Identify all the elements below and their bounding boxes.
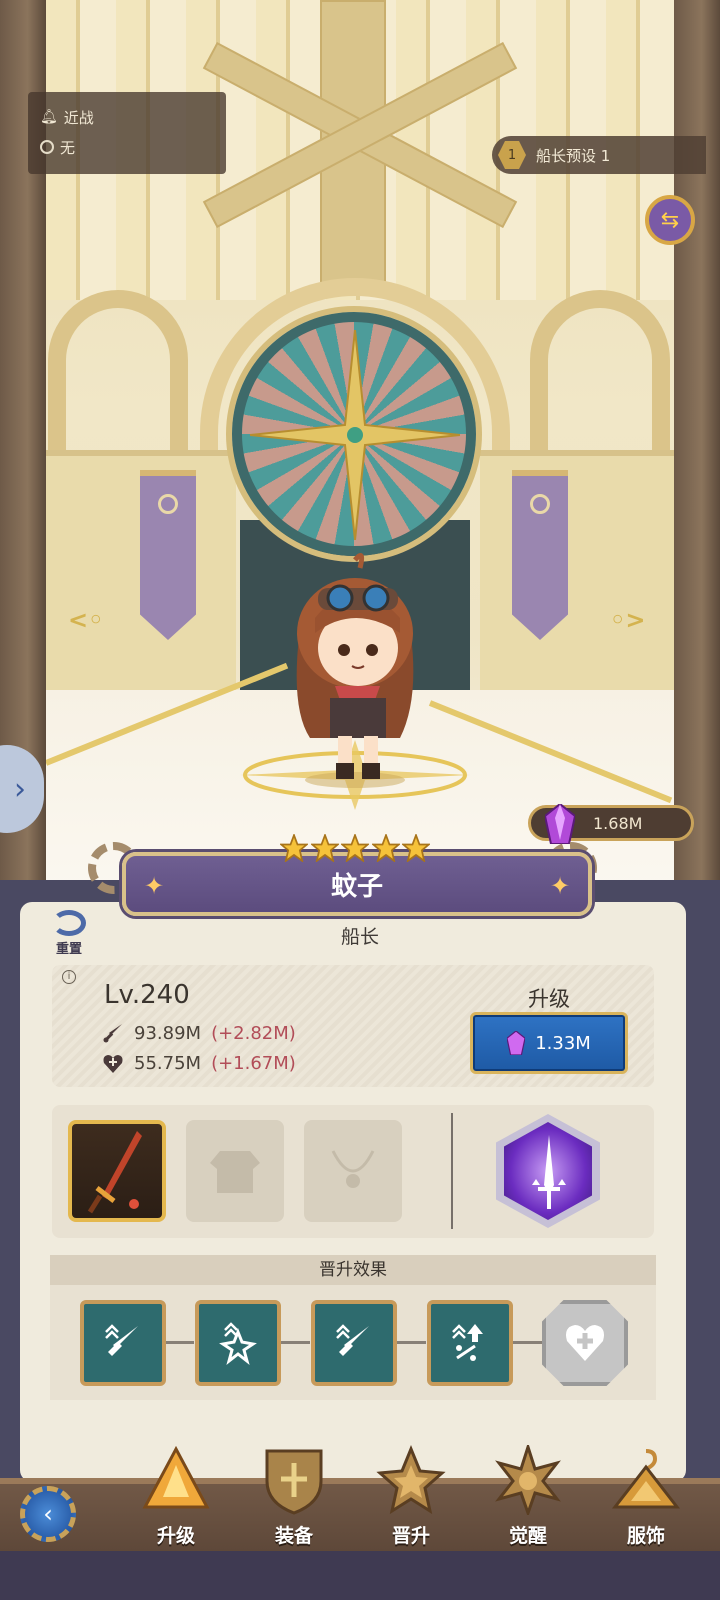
hp-value: 55.75M bbox=[134, 1053, 202, 1074]
right-banner bbox=[512, 470, 568, 640]
bell-icon: 🔔︎ bbox=[40, 109, 58, 125]
hero-sprite bbox=[296, 553, 414, 788]
awaken-burst-icon bbox=[495, 1442, 561, 1518]
purple-crystal-icon bbox=[545, 804, 575, 844]
sword-icon bbox=[103, 1024, 122, 1043]
promotion-crit-up-badge[interactable] bbox=[195, 1300, 281, 1386]
accessory-slot[interactable] bbox=[304, 1120, 402, 1222]
nav-equipment[interactable]: 装备 bbox=[244, 1445, 344, 1548]
upgrade-button[interactable]: 1.33M bbox=[470, 1012, 628, 1074]
armor-slot[interactable] bbox=[186, 1120, 284, 1222]
hero-type-info: 🔔︎ 近战 无 bbox=[28, 92, 226, 174]
nav-awaken[interactable]: 觉醒 bbox=[478, 1442, 578, 1548]
hero-role: 船长 bbox=[340, 926, 379, 948]
chevron-left-icon: ‹ bbox=[43, 1500, 53, 1528]
hero-name: 蚊子 bbox=[330, 872, 383, 902]
divider bbox=[451, 1113, 453, 1229]
nav-equipment-label: 装备 bbox=[274, 1525, 313, 1547]
weapon-slot[interactable] bbox=[68, 1120, 166, 1222]
left-banner bbox=[140, 470, 196, 640]
chevron-right-icon: › bbox=[14, 771, 26, 807]
preset-label: 船长预设 1 bbox=[536, 146, 611, 165]
swap-arrows-icon: ⇆ bbox=[660, 207, 680, 233]
info-icon[interactable]: i bbox=[62, 970, 76, 984]
element-label: 无 bbox=[60, 138, 76, 157]
right-wall bbox=[480, 450, 674, 690]
purple-crystal-icon bbox=[507, 1031, 526, 1055]
attack-bonus: (+2.82M) bbox=[211, 1022, 296, 1044]
equipment-shield-icon bbox=[265, 1449, 323, 1515]
flame-sword-icon bbox=[87, 1131, 142, 1214]
attack-type-row: 🔔︎ 近战 bbox=[40, 102, 214, 132]
next-hero-arrow-icon[interactable]: ◦> bbox=[610, 606, 645, 634]
swap-button[interactable]: ⇆ bbox=[645, 195, 695, 245]
promotion-link bbox=[396, 1341, 426, 1344]
compass-star-right-icon: ✦ bbox=[549, 872, 571, 900]
nav-outfit-label: 服饰 bbox=[626, 1525, 665, 1547]
glowing-sword-skill-icon bbox=[532, 1135, 566, 1209]
crystal-balance: 1.68M bbox=[528, 804, 694, 844]
nav-awaken-label: 觉醒 bbox=[508, 1525, 547, 1547]
hero-level: Lv.240 bbox=[104, 980, 190, 1010]
nav-promotion[interactable]: 晋升 bbox=[361, 1445, 461, 1548]
promotion-hp-up-badge-locked[interactable] bbox=[542, 1300, 628, 1386]
previous-hero-arrow-icon[interactable]: <◦ bbox=[68, 606, 103, 634]
nav-promotion-label: 晋升 bbox=[391, 1525, 430, 1547]
promotion-crit-damage-badge[interactable] bbox=[427, 1300, 513, 1386]
preset-number-badge: 1 bbox=[498, 141, 526, 169]
hp-bonus: (+1.67M) bbox=[211, 1053, 296, 1074]
element-row: 无 bbox=[40, 132, 214, 162]
promotion-star-icon bbox=[376, 1445, 446, 1515]
star-icon bbox=[341, 834, 369, 862]
promotion-attack-up-badge-2[interactable] bbox=[311, 1300, 397, 1386]
attack-value: 93.89M bbox=[134, 1022, 202, 1044]
promotion-attack-up-badge[interactable] bbox=[80, 1300, 166, 1386]
heart-icon bbox=[103, 1054, 123, 1073]
heart-plus-locked-icon bbox=[566, 1325, 604, 1361]
upgrade-pyramid-icon bbox=[142, 1445, 210, 1509]
star-icon bbox=[280, 834, 308, 862]
armor-icon bbox=[210, 1151, 260, 1193]
star-icon bbox=[310, 834, 339, 862]
star-icon bbox=[402, 834, 430, 862]
element-icon bbox=[40, 140, 54, 154]
attack-up-icon bbox=[336, 1324, 369, 1356]
preset-selector[interactable]: 1 船长预设 1 bbox=[492, 136, 706, 174]
hero-star-rating bbox=[280, 834, 430, 866]
attack-stat: 93.89M (+2.82M) bbox=[102, 1022, 296, 1044]
nav-upgrade[interactable]: 升级 bbox=[126, 1445, 226, 1548]
nav-outfit[interactable]: 服饰 bbox=[596, 1445, 696, 1548]
upgrade-label: 升级 bbox=[528, 987, 570, 1011]
promotion-effects-header: 晋升效果 bbox=[50, 1255, 656, 1285]
promotion-link bbox=[164, 1341, 194, 1344]
crit-up-icon bbox=[219, 1322, 257, 1365]
crit-damage-up-icon bbox=[452, 1324, 483, 1361]
compass-star-icon bbox=[250, 330, 460, 540]
star-icon bbox=[371, 834, 400, 862]
back-button[interactable]: ‹ bbox=[20, 1486, 76, 1542]
hp-stat: 55.75M (+1.67M) bbox=[102, 1053, 296, 1074]
outfit-hanger-icon bbox=[611, 1449, 681, 1509]
nav-upgrade-label: 升级 bbox=[156, 1525, 195, 1547]
promotion-link bbox=[280, 1341, 310, 1344]
crystal-amount: 1.68M bbox=[593, 813, 643, 833]
promotion-link bbox=[512, 1341, 542, 1344]
attack-up-icon bbox=[105, 1324, 138, 1356]
upgrade-cost: 1.33M bbox=[535, 1032, 591, 1054]
necklace-icon bbox=[331, 1150, 375, 1188]
attack-type-label: 近战 bbox=[63, 108, 94, 127]
